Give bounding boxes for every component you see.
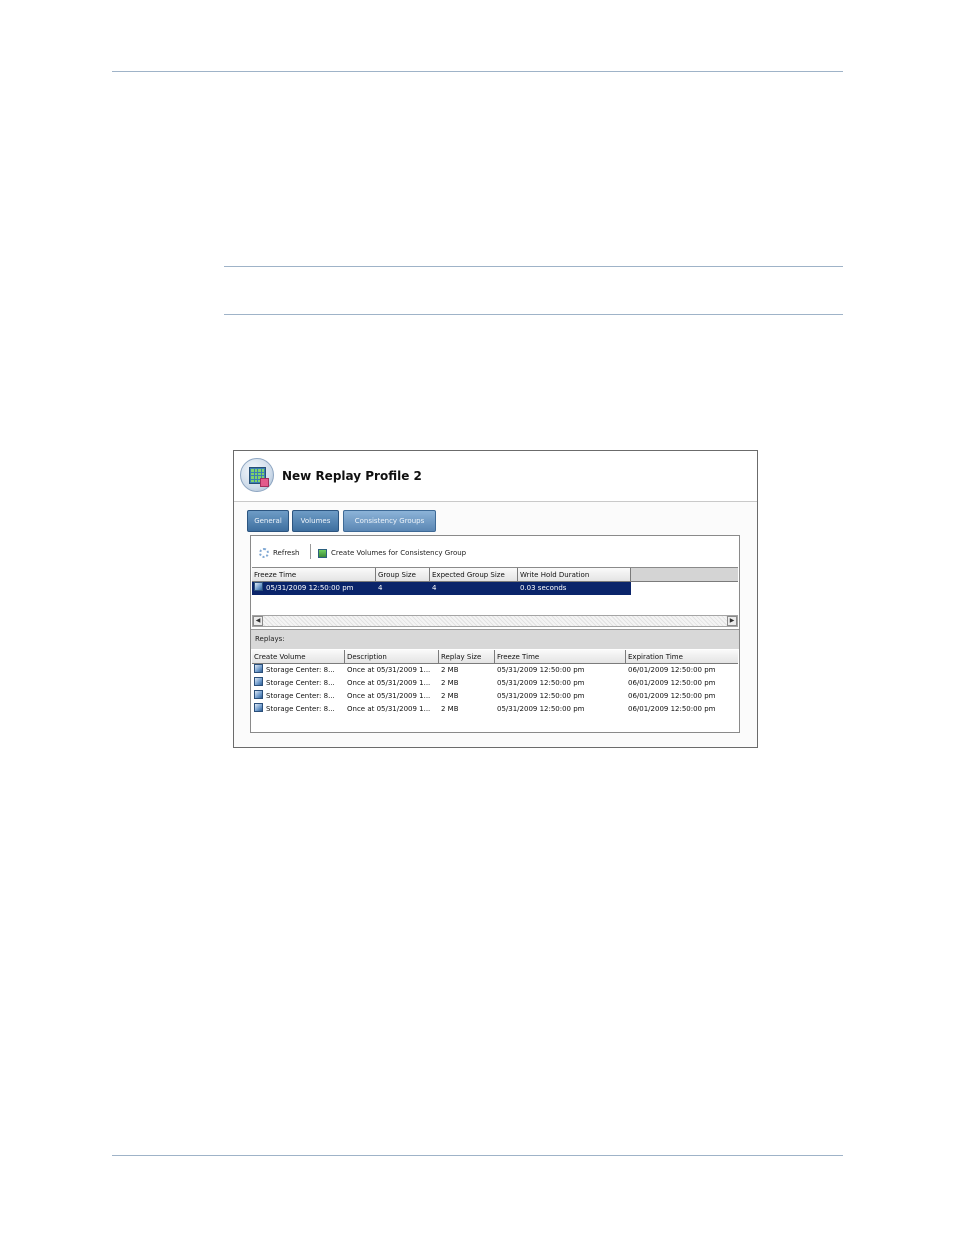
consistency-groups-table: Freeze Time Group Size Expected Group Si… bbox=[252, 567, 738, 630]
note-bottom-rule bbox=[224, 314, 843, 315]
header-filler bbox=[631, 568, 738, 582]
note-top-rule bbox=[224, 266, 843, 267]
replay-icon bbox=[254, 690, 263, 699]
column-header-create-volume[interactable]: Create Volume bbox=[252, 650, 345, 664]
table-row[interactable]: Storage Center: 8... Once at 05/31/2009 … bbox=[252, 677, 738, 690]
replays-table: Create Volume Description Replay Size Fr… bbox=[252, 650, 738, 732]
replay-profile-icon bbox=[240, 458, 274, 492]
cell-group-size: 4 bbox=[378, 584, 383, 592]
create-volumes-label: Create Volumes for Consistency Group bbox=[331, 549, 467, 557]
cell-expiration-time: 06/01/2009 12:50:00 pm bbox=[628, 705, 716, 713]
tab-general[interactable]: General bbox=[247, 510, 289, 532]
scroll-left-icon[interactable]: ◀ bbox=[253, 616, 263, 626]
cell-description: Once at 05/31/2009 1... bbox=[347, 666, 431, 674]
cell-description: Once at 05/31/2009 1... bbox=[347, 692, 431, 700]
cell-freeze-time: 05/31/2009 12:50:00 pm bbox=[497, 666, 585, 674]
replay-icon bbox=[254, 703, 263, 712]
refresh-icon bbox=[259, 548, 269, 558]
window-header: New Replay Profile 2 bbox=[234, 451, 757, 502]
cell-replay-size: 2 MB bbox=[441, 666, 459, 674]
column-header-description[interactable]: Description bbox=[345, 650, 439, 664]
cell-freeze-time: 05/31/2009 12:50:00 pm bbox=[252, 582, 376, 595]
consistency-group-icon bbox=[254, 582, 263, 591]
cell-create-volume: Storage Center: 8... bbox=[252, 677, 345, 690]
replays-section-label: Replays: bbox=[251, 629, 739, 649]
horizontal-scrollbar[interactable]: ◀ ▶ bbox=[252, 615, 738, 627]
column-header-replay-size[interactable]: Replay Size bbox=[439, 650, 495, 664]
column-header-expiration-time[interactable]: Expiration Time bbox=[626, 650, 738, 664]
cell-expiration-time: 06/01/2009 12:50:00 pm bbox=[628, 666, 716, 674]
table-row[interactable]: Storage Center: 8... Once at 05/31/2009 … bbox=[252, 664, 738, 677]
cell-replay-size: 2 MB bbox=[441, 705, 459, 713]
cell-expiration-time: 06/01/2009 12:50:00 pm bbox=[628, 692, 716, 700]
cell-freeze-time: 05/31/2009 12:50:00 pm bbox=[497, 679, 585, 687]
cell-create-volume: Storage Center: 8... bbox=[252, 703, 345, 716]
cell-freeze-time: 05/31/2009 12:50:00 pm bbox=[497, 705, 585, 713]
scroll-right-icon[interactable]: ▶ bbox=[727, 616, 737, 626]
cell-expected-group-size: 4 bbox=[432, 584, 437, 592]
cell-replay-size: 2 MB bbox=[441, 679, 459, 687]
cell-create-volume: Storage Center: 8... bbox=[252, 690, 345, 703]
create-volumes-button[interactable]: Create Volumes for Consistency Group bbox=[318, 547, 466, 559]
replay-profile-window: New Replay Profile 2 General Volumes Con… bbox=[233, 450, 758, 748]
column-header-freeze-time[interactable]: Freeze Time bbox=[495, 650, 626, 664]
window-title: New Replay Profile 2 bbox=[282, 469, 422, 483]
cell-description: Once at 05/31/2009 1... bbox=[347, 679, 431, 687]
cell-replay-size: 2 MB bbox=[441, 692, 459, 700]
replay-icon bbox=[254, 664, 263, 673]
tab-consistency-groups[interactable]: Consistency Groups bbox=[343, 510, 436, 532]
toolbar-separator bbox=[310, 544, 311, 559]
refresh-button[interactable]: Refresh bbox=[259, 547, 299, 559]
table-row[interactable]: Storage Center: 8... Once at 05/31/2009 … bbox=[252, 703, 738, 716]
cell-description: Once at 05/31/2009 1... bbox=[347, 705, 431, 713]
cell-write-hold-duration: 0.03 seconds bbox=[520, 584, 567, 592]
toolbar: Refresh Create Volumes for Consistency G… bbox=[251, 536, 739, 566]
table-row-selected[interactable]: 05/31/2009 12:50:00 pm 4 4 0.03 seconds bbox=[252, 582, 631, 595]
replays-table-header: Create Volume Description Replay Size Fr… bbox=[252, 650, 738, 664]
create-volume-icon bbox=[318, 548, 327, 558]
column-header-freeze-time[interactable]: Freeze Time bbox=[252, 568, 376, 582]
table-row[interactable]: Storage Center: 8... Once at 05/31/2009 … bbox=[252, 690, 738, 703]
refresh-label: Refresh bbox=[273, 549, 300, 557]
cell-expiration-time: 06/01/2009 12:50:00 pm bbox=[628, 679, 716, 687]
table-header: Freeze Time Group Size Expected Group Si… bbox=[252, 568, 631, 582]
cell-create-volume: Storage Center: 8... bbox=[252, 664, 345, 677]
column-header-group-size[interactable]: Group Size bbox=[376, 568, 430, 582]
replay-icon bbox=[254, 677, 263, 686]
tab-volumes[interactable]: Volumes bbox=[292, 510, 339, 532]
column-header-expected-group-size[interactable]: Expected Group Size bbox=[430, 568, 518, 582]
column-header-write-hold-duration[interactable]: Write Hold Duration bbox=[518, 568, 631, 582]
consistency-groups-panel: Refresh Create Volumes for Consistency G… bbox=[250, 535, 740, 733]
cell-freeze-time: 05/31/2009 12:50:00 pm bbox=[497, 692, 585, 700]
bottom-page-rule bbox=[112, 1155, 843, 1156]
top-page-rule bbox=[112, 71, 843, 72]
